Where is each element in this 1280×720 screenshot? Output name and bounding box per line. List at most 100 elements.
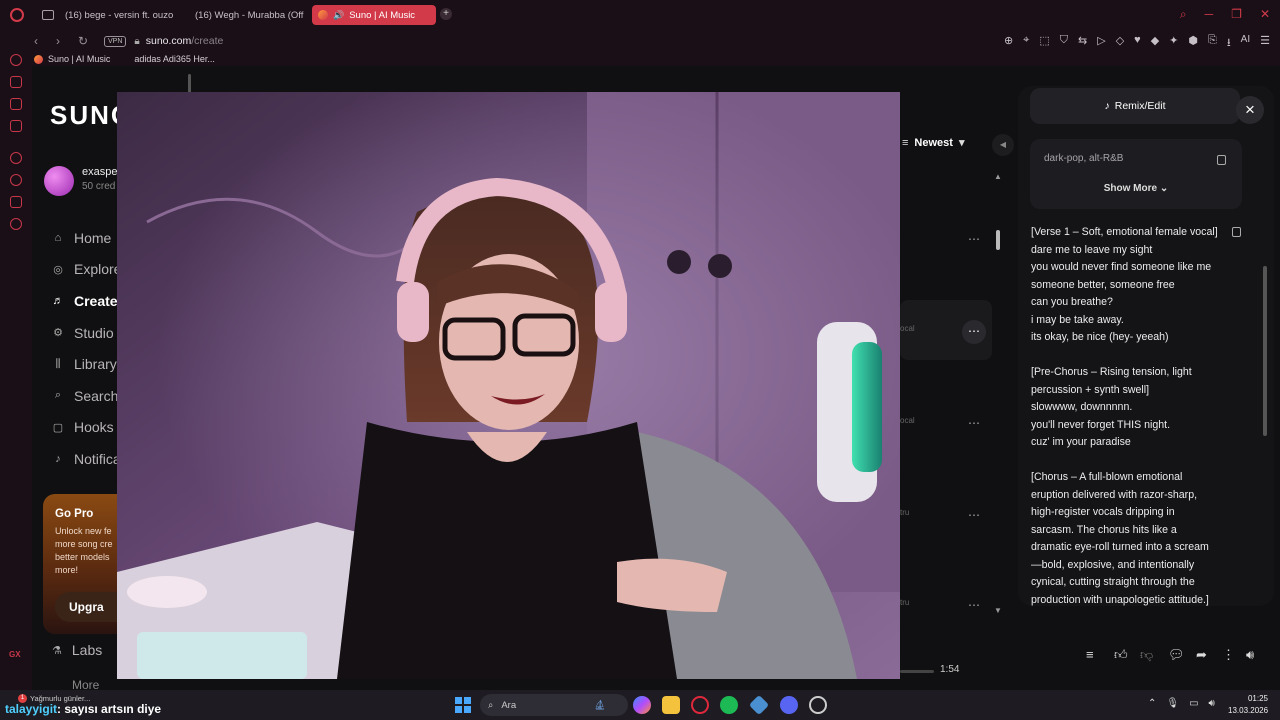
volume-icon[interactable]: 🔊︎ xyxy=(1246,647,1254,663)
opera-gx-icon[interactable] xyxy=(691,696,709,714)
translate-icon[interactable]: ⇆ xyxy=(1078,34,1087,53)
list-item[interactable]: ocal ⋯ xyxy=(900,392,992,452)
opera-logo-icon[interactable] xyxy=(10,8,24,22)
list-item[interactable]: ocal ⋯ xyxy=(900,300,992,360)
queue-icon[interactable]: ≡ xyxy=(1086,647,1094,662)
more-options-icon[interactable]: ⋯ xyxy=(962,504,986,528)
messenger-icon[interactable] xyxy=(10,120,22,132)
list-item[interactable]: tru ⋯ xyxy=(900,484,992,544)
search-tabs-icon[interactable]: ⌕ xyxy=(1180,7,1187,22)
more-options-icon[interactable]: ⋯ xyxy=(962,320,986,344)
spotify-icon[interactable] xyxy=(720,696,738,714)
obs-icon[interactable] xyxy=(809,696,827,714)
sidebar-item-library[interactable]: ⫼ Library xyxy=(52,348,121,380)
show-more-button[interactable]: Show More ⌄ xyxy=(1030,183,1242,194)
reload-icon[interactable]: ↻ xyxy=(78,34,90,48)
thumbs-up-icon[interactable]: 👍︎ xyxy=(1114,647,1128,663)
share-icon[interactable]: ➦ xyxy=(1196,647,1207,663)
sidebar-item-search[interactable]: ⌕ Search xyxy=(52,380,121,412)
sidebar-item-studio[interactable]: ⚙ Studio xyxy=(52,317,121,349)
microphone-icon[interactable]: 🎙︎ xyxy=(1166,698,1179,709)
more-options-icon[interactable]: ⋯ xyxy=(962,228,986,252)
scroll-up-icon[interactable]: ▲ xyxy=(994,172,1002,181)
forward-icon[interactable]: › xyxy=(56,34,68,48)
taskbar-clock[interactable]: 01:25 13.03.2026 xyxy=(1228,693,1268,717)
back-icon[interactable]: ‹ xyxy=(34,34,46,48)
minimize-icon[interactable]: ─ xyxy=(1205,7,1214,22)
sidebar-item-hooks[interactable]: ▢ Hooks xyxy=(52,412,121,444)
gx-corner-icon[interactable] xyxy=(10,98,22,110)
more-options-icon[interactable]: ⋯ xyxy=(962,412,986,436)
collapse-panel-button[interactable]: ◀ xyxy=(992,134,1014,156)
heart-icon[interactable]: ♥ xyxy=(1134,34,1141,53)
vpn-badge[interactable]: VPN xyxy=(104,35,127,47)
sidebar-item-labs[interactable]: ⚗ Labs xyxy=(52,642,102,658)
copilot-icon[interactable] xyxy=(633,696,651,714)
tab-youtube-2[interactable]: (16) Wegh - Murabba (Offi xyxy=(184,5,304,25)
sidebar-item-more[interactable]: More xyxy=(72,678,99,690)
more-options-icon[interactable]: ⋯ xyxy=(962,594,986,618)
history-icon[interactable] xyxy=(10,174,22,186)
new-tab-button[interactable]: + xyxy=(440,8,452,20)
network-icon[interactable]: ▭ xyxy=(1189,698,1198,709)
url-field[interactable]: suno.com/create xyxy=(146,35,224,47)
extensions-icon[interactable] xyxy=(10,196,22,208)
tag-icon[interactable]: ◇ xyxy=(1116,34,1124,53)
gx-label[interactable]: GX xyxy=(9,650,21,659)
maximize-icon[interactable]: ❐ xyxy=(1231,7,1242,22)
tab-suno[interactable]: 🔊 Suno | AI Music xyxy=(312,5,436,25)
more-vertical-icon[interactable]: ⋮ xyxy=(1222,647,1235,663)
bookmark-suno[interactable]: Suno | AI Music xyxy=(34,54,110,64)
taskbar-search[interactable]: ⌕ Ara ⛵︎ xyxy=(480,694,628,716)
chevron-up-icon[interactable]: ⌃ xyxy=(1148,698,1156,709)
easy-files-icon[interactable]: ⎘ xyxy=(1208,34,1217,53)
chevron-down-icon: ⌄ xyxy=(1159,183,1169,194)
copy-icon[interactable] xyxy=(1217,155,1226,165)
extension-2-icon[interactable]: ✦ xyxy=(1169,34,1178,53)
tab-youtube-1[interactable]: (16) bege - versin ft. ouzo xyxy=(54,5,176,25)
list-item[interactable]: tru ⋯ xyxy=(900,574,992,634)
user-profile[interactable]: exaspe 50 cred xyxy=(44,166,117,196)
song-list-scrollbar[interactable] xyxy=(996,230,1000,250)
copy-lyrics-icon[interactable] xyxy=(1232,227,1241,237)
bookmark-adidas[interactable]: adidas Adi365 Her... xyxy=(134,54,215,64)
lyrics-line: [Pre-Chorus – Rising tension, light xyxy=(1031,366,1192,378)
play-icon[interactable]: ▷ xyxy=(1097,34,1105,53)
comment-icon[interactable]: 💬︎ xyxy=(1168,647,1185,663)
progress-bar[interactable] xyxy=(900,670,934,673)
app-icon[interactable] xyxy=(748,694,770,716)
sidebar-item-create[interactable]: ♬ Create xyxy=(52,285,121,317)
workspace-icon[interactable] xyxy=(10,76,22,88)
remix-edit-button[interactable]: ♪ Remix/Edit xyxy=(1030,88,1240,124)
thumbs-down-icon[interactable]: 👎︎ xyxy=(1140,647,1153,663)
extension-icon[interactable]: ◆ xyxy=(1151,34,1159,53)
close-window-icon[interactable]: ✕ xyxy=(1260,7,1270,22)
file-explorer-icon[interactable] xyxy=(662,696,680,714)
sort-dropdown[interactable]: ≡ Newest ▾ xyxy=(902,136,964,150)
tab-title: Suno | AI Music xyxy=(349,9,416,21)
zoom-icon[interactable]: ⊕ xyxy=(1004,34,1013,53)
sidebar-item-explore[interactable]: ◎ Explore xyxy=(52,254,121,286)
list-item[interactable]: ⋯ xyxy=(900,208,992,268)
puzzle-icon[interactable]: ⬢ xyxy=(1188,34,1198,53)
download-icon[interactable]: ⭳ xyxy=(1227,34,1231,53)
tab-overview-icon[interactable] xyxy=(42,10,54,20)
discord-icon[interactable] xyxy=(780,696,798,714)
speaker-icon[interactable]: 🔊︎ xyxy=(1209,698,1215,709)
style-tags-box: dark-pop, alt-R&B Show More ⌄ xyxy=(1030,139,1242,209)
scroll-down-icon[interactable]: ▼ xyxy=(994,606,1002,615)
snapshot-icon[interactable]: ⬚ xyxy=(1039,34,1049,53)
panel-scrollbar[interactable] xyxy=(1263,266,1267,436)
sidebar-item-notifications[interactable]: ♪ Notifica xyxy=(52,443,121,475)
shield-icon[interactable]: ⛉ xyxy=(1060,34,1068,53)
aria-icon[interactable] xyxy=(10,54,22,66)
menu-icon[interactable]: ☰ xyxy=(1260,34,1270,53)
player-icon[interactable] xyxy=(10,152,22,164)
speaker-icon[interactable]: 🔊 xyxy=(333,10,344,21)
sidebar-item-home[interactable]: ⌂ Home xyxy=(52,222,121,254)
settings-icon[interactable] xyxy=(10,218,22,230)
windows-start-icon[interactable] xyxy=(455,697,471,713)
ai-button[interactable]: AI xyxy=(1241,34,1250,53)
close-panel-button[interactable]: × xyxy=(1236,96,1264,124)
pin-icon[interactable]: ⌖ xyxy=(1023,34,1029,53)
